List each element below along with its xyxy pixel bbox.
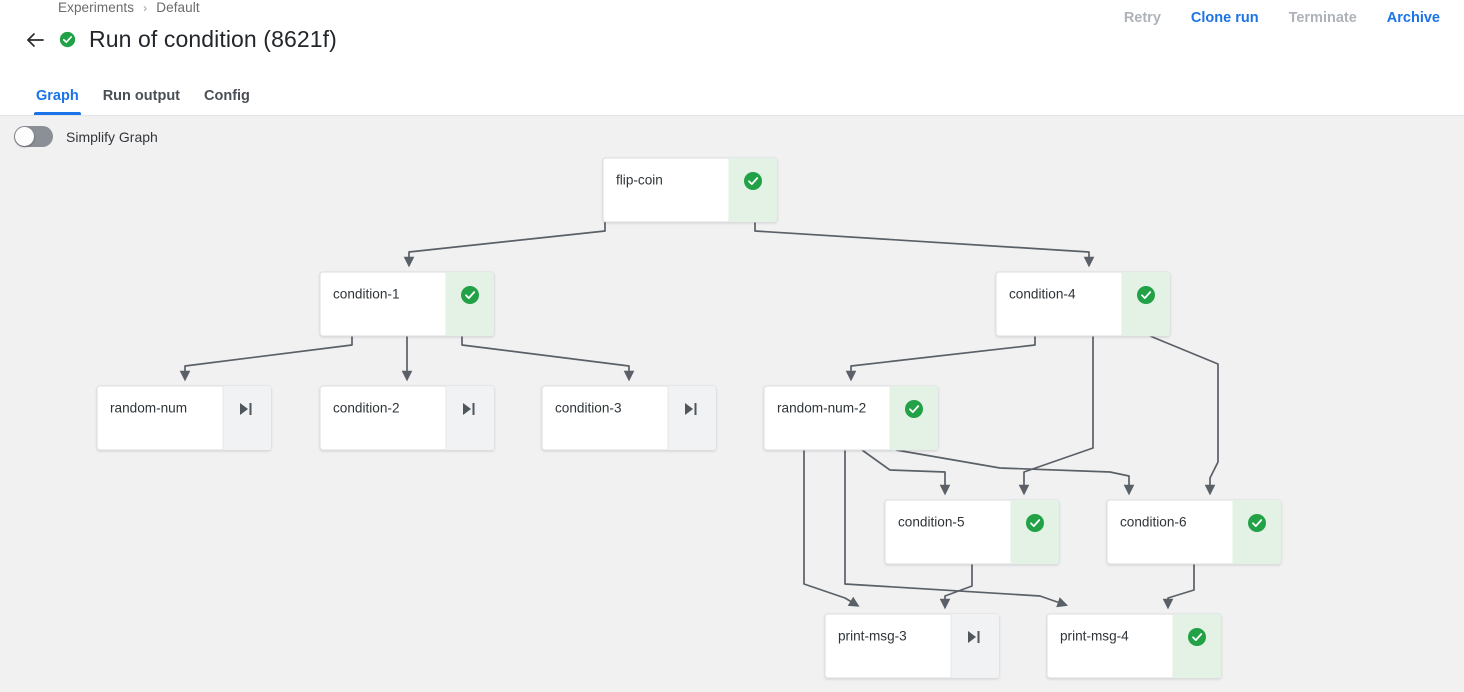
- tab-graph[interactable]: Graph: [24, 88, 91, 115]
- graph-edge: [754, 222, 1095, 268]
- check-circle-icon: [1137, 286, 1155, 304]
- node-layer: flip-coin condition-1 condition-4 random-nu…: [96, 157, 1282, 679]
- graph-edge: [1149, 335, 1219, 496]
- graph-node[interactable]: random-num-2: [763, 385, 939, 451]
- graph-node[interactable]: print-msg-3: [824, 613, 1000, 679]
- breadcrumb: Experiments › Default: [58, 0, 200, 15]
- tab-config[interactable]: Config: [192, 88, 262, 115]
- archive-button[interactable]: Archive: [1387, 10, 1440, 26]
- graph-edge: [939, 564, 973, 610]
- check-circle-icon: [744, 172, 762, 190]
- node-label: condition-2: [333, 401, 400, 416]
- graph-edge: [461, 336, 635, 382]
- graph-node[interactable]: condition-2: [319, 385, 495, 451]
- check-circle-icon: [1188, 628, 1206, 646]
- node-status-strip: [668, 386, 716, 450]
- clone-run-button[interactable]: Clone run: [1191, 10, 1259, 26]
- run-detail-page: Experiments › Default Run of condition (…: [0, 0, 1464, 692]
- check-circle-icon: [461, 286, 479, 304]
- retry-button[interactable]: Retry: [1124, 10, 1161, 26]
- breadcrumb-item-experiments[interactable]: Experiments: [58, 0, 134, 15]
- check-circle-icon: [1248, 514, 1266, 532]
- check-circle-icon: [1026, 514, 1044, 532]
- graph-edge: [1162, 564, 1195, 610]
- breadcrumb-item-default[interactable]: Default: [156, 0, 199, 15]
- node-label: condition-3: [555, 401, 622, 416]
- simplify-graph-control: Simplify Graph: [14, 126, 158, 147]
- terminate-button[interactable]: Terminate: [1289, 10, 1357, 26]
- node-status-strip: [223, 386, 271, 450]
- graph-edge: [895, 449, 1135, 496]
- simplify-graph-label: Simplify Graph: [66, 128, 158, 145]
- node-label: random-num: [110, 401, 187, 416]
- node-label: print-msg-4: [1060, 629, 1129, 644]
- node-label: condition-4: [1009, 287, 1076, 302]
- page-title: Run of condition (8621f): [89, 26, 337, 52]
- node-label: condition-1: [333, 287, 400, 302]
- graph-edge: [1018, 336, 1094, 496]
- node-label: condition-5: [898, 515, 965, 530]
- toggle-knob: [15, 127, 34, 146]
- pipeline-graph: flip-coin condition-1 condition-4 random-nu…: [96, 157, 1282, 679]
- check-circle-icon: [59, 31, 76, 48]
- graph-canvas[interactable]: Simplify Graph flip-coin condition-1 condi…: [0, 116, 1464, 692]
- node-label: condition-6: [1120, 515, 1187, 530]
- graph-node[interactable]: print-msg-4: [1046, 613, 1222, 679]
- check-circle-icon: [905, 400, 923, 418]
- graph-node[interactable]: random-num: [96, 385, 272, 451]
- graph-node[interactable]: condition-4: [995, 271, 1171, 337]
- arrow-left-icon[interactable]: [24, 29, 46, 51]
- tab-bar: Graph Run output Config: [0, 71, 1464, 116]
- graph-node[interactable]: condition-1: [319, 271, 495, 337]
- graph-node[interactable]: condition-6: [1106, 499, 1282, 565]
- page-header: Experiments › Default Run of condition (…: [0, 0, 1464, 71]
- node-label: print-msg-3: [838, 629, 907, 644]
- graph-edge: [803, 450, 860, 607]
- node-status-strip: [951, 614, 999, 678]
- graph-node[interactable]: condition-5: [884, 499, 1060, 565]
- graph-edge: [403, 222, 606, 268]
- node-label: flip-coin: [616, 173, 663, 188]
- node-label: random-num-2: [777, 401, 866, 416]
- graph-node[interactable]: condition-3: [541, 385, 717, 451]
- breadcrumb-separator-icon: ›: [143, 0, 148, 15]
- graph-edge: [845, 336, 1036, 382]
- graph-edge: [179, 336, 353, 382]
- graph-node[interactable]: flip-coin: [602, 157, 778, 223]
- title-row: Run of condition (8621f): [24, 26, 337, 53]
- simplify-graph-toggle[interactable]: [14, 126, 53, 147]
- tab-run-output[interactable]: Run output: [91, 88, 192, 115]
- node-status-strip: [446, 386, 494, 450]
- header-actions: Retry Clone run Terminate Archive: [1124, 10, 1440, 26]
